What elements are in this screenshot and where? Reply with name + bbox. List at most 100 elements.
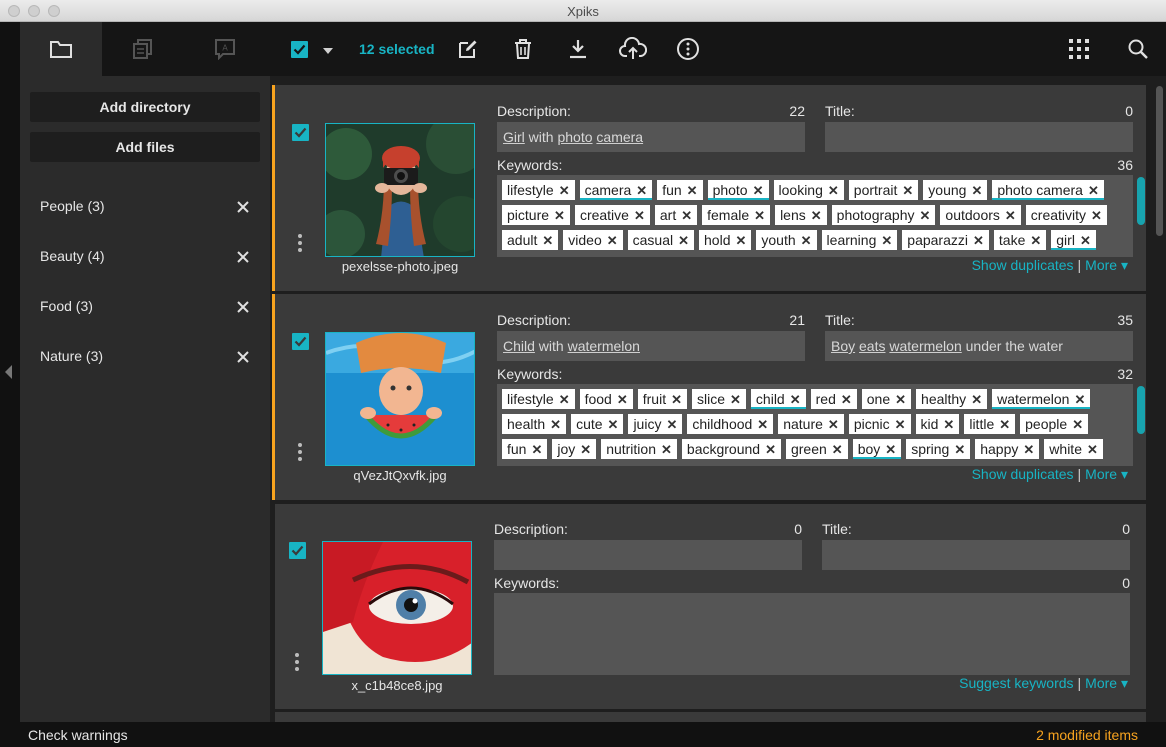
keyword-chip[interactable]: cute ✕ — [571, 414, 624, 434]
keyword-chip[interactable]: girl ✕ — [1051, 230, 1096, 250]
title-input[interactable]: Boy eats watermelon under the water — [825, 331, 1133, 361]
delete-button[interactable] — [509, 35, 537, 63]
keyword-chip[interactable]: youth ✕ — [756, 230, 817, 250]
keyword-chip[interactable]: photo ✕ — [707, 180, 769, 200]
remove-keyword-icon[interactable]: ✕ — [841, 390, 852, 410]
upload-button[interactable] — [619, 35, 647, 63]
keyword-chip[interactable]: adult ✕ — [502, 230, 559, 251]
remove-keyword-icon[interactable]: ✕ — [1087, 440, 1098, 460]
remove-keyword-icon[interactable]: ✕ — [550, 415, 561, 435]
keywords-scrollbar[interactable] — [1137, 386, 1145, 434]
keyword-chip[interactable]: lens ✕ — [775, 205, 827, 225]
keyword-chip[interactable]: female ✕ — [702, 205, 771, 226]
remove-keyword-icon[interactable]: ✕ — [1080, 231, 1091, 251]
keyword-chip[interactable]: white ✕ — [1044, 439, 1103, 459]
title-input[interactable] — [822, 540, 1130, 570]
more-options-icon[interactable] — [298, 234, 304, 255]
keyword-chip[interactable]: casual ✕ — [627, 230, 695, 251]
keywords-scrollbar[interactable] — [1137, 177, 1145, 225]
keyword-chip[interactable]: red ✕ — [810, 389, 857, 410]
keyword-chip[interactable]: fun ✕ — [502, 439, 548, 460]
remove-keyword-icon[interactable]: ✕ — [735, 231, 746, 251]
keyword-chip[interactable]: lifestyle ✕ — [502, 389, 575, 409]
keyword-chip[interactable]: background ✕ — [681, 439, 781, 459]
remove-keyword-icon[interactable]: ✕ — [754, 206, 765, 226]
remove-keyword-icon[interactable]: ✕ — [681, 206, 692, 226]
artwork-thumbnail[interactable] — [322, 541, 472, 675]
remove-keyword-icon[interactable]: ✕ — [634, 206, 645, 226]
keyword-chip[interactable]: fruit ✕ — [637, 389, 687, 410]
remove-keyword-icon[interactable]: ✕ — [1005, 206, 1016, 226]
keyword-chip[interactable]: portrait ✕ — [848, 180, 919, 200]
remove-keyword-icon[interactable]: ✕ — [531, 440, 542, 460]
keyword-chip[interactable]: spring ✕ — [906, 439, 971, 460]
keyword-chip[interactable]: video ✕ — [563, 230, 623, 251]
modified-items-link[interactable]: 2 modified items — [1036, 727, 1138, 743]
remove-keyword-icon[interactable]: ✕ — [1088, 181, 1099, 201]
keyword-chip[interactable]: food ✕ — [579, 389, 633, 410]
remove-keyword-icon[interactable]: ✕ — [542, 231, 553, 251]
select-all-checkbox[interactable] — [291, 41, 308, 58]
artwork-thumbnail[interactable] — [325, 123, 475, 257]
more-link[interactable]: More ▾ — [1085, 675, 1128, 691]
close-icon[interactable] — [236, 300, 250, 314]
more-options-icon[interactable] — [298, 443, 304, 464]
keyword-chip[interactable]: kid ✕ — [915, 414, 960, 434]
keyword-chip[interactable]: watermelon ✕ — [992, 389, 1091, 410]
keyword-chip[interactable]: creative ✕ — [574, 205, 650, 226]
remove-keyword-icon[interactable]: ✕ — [1091, 206, 1102, 226]
remove-keyword-icon[interactable]: ✕ — [678, 231, 689, 251]
keyword-chip[interactable]: lifestyle ✕ — [502, 180, 575, 200]
check-warnings-link[interactable]: Check warnings — [28, 727, 128, 743]
keyword-chip[interactable]: outdoors ✕ — [940, 205, 1021, 226]
list-scrollbar[interactable] — [1156, 86, 1163, 236]
keyword-chip[interactable]: boy ✕ — [852, 439, 902, 459]
close-icon[interactable] — [236, 250, 250, 264]
collapse-arrow-icon[interactable] — [5, 365, 12, 379]
remove-keyword-icon[interactable]: ✕ — [607, 231, 618, 251]
keywords-box[interactable]: lifestyle ✕ camera ✕ fun ✕ photo ✕ looking ✕ portr… — [497, 175, 1133, 257]
suggest-keywords-link[interactable]: Suggest keywords — [959, 675, 1073, 691]
remove-keyword-icon[interactable]: ✕ — [954, 440, 965, 460]
keyword-chip[interactable]: photography ✕ — [831, 205, 936, 226]
keyword-chip[interactable]: photo camera ✕ — [992, 180, 1104, 200]
remove-keyword-icon[interactable]: ✕ — [559, 181, 570, 201]
keyword-chip[interactable]: nature ✕ — [778, 414, 844, 434]
remove-keyword-icon[interactable]: ✕ — [730, 390, 741, 410]
keyword-chip[interactable]: young ✕ — [923, 180, 988, 201]
keyword-chip[interactable]: juicy ✕ — [628, 414, 683, 434]
show-duplicates-link[interactable]: Show duplicates — [972, 257, 1074, 273]
remove-keyword-icon[interactable]: ✕ — [554, 206, 565, 226]
close-icon[interactable] — [236, 200, 250, 214]
remove-keyword-icon[interactable]: ✕ — [559, 390, 570, 410]
remove-keyword-icon[interactable]: ✕ — [1074, 390, 1085, 410]
keyword-chip[interactable]: art ✕ — [654, 205, 698, 226]
remove-keyword-icon[interactable]: ✕ — [1030, 231, 1041, 251]
remove-keyword-icon[interactable]: ✕ — [661, 440, 672, 460]
artwork-checkbox[interactable] — [292, 124, 309, 141]
artwork-checkbox[interactable] — [289, 542, 306, 559]
add-directory-button[interactable]: Add directory — [30, 92, 260, 122]
title-input[interactable] — [825, 122, 1133, 152]
remove-keyword-icon[interactable]: ✕ — [687, 181, 698, 201]
edit-button[interactable] — [454, 35, 482, 63]
remove-keyword-icon[interactable]: ✕ — [971, 181, 982, 201]
keywords-box[interactable]: lifestyle ✕ food ✕ fruit ✕ slice ✕ child ✕ red ✕ one… — [497, 384, 1133, 466]
remove-keyword-icon[interactable]: ✕ — [636, 181, 647, 201]
download-button[interactable] — [564, 35, 592, 63]
description-input[interactable]: Child with watermelon — [497, 331, 805, 361]
remove-keyword-icon[interactable]: ✕ — [671, 390, 682, 410]
remove-keyword-icon[interactable]: ✕ — [617, 390, 628, 410]
remove-keyword-icon[interactable]: ✕ — [1072, 415, 1083, 435]
keyword-chip[interactable]: green ✕ — [785, 439, 848, 459]
keyword-chip[interactable]: picnic ✕ — [848, 414, 911, 434]
keyword-chip[interactable]: learning ✕ — [821, 230, 898, 250]
remove-keyword-icon[interactable]: ✕ — [580, 440, 591, 460]
remove-keyword-icon[interactable]: ✕ — [920, 206, 931, 226]
keyword-chip[interactable]: creativity ✕ — [1025, 205, 1107, 226]
remove-keyword-icon[interactable]: ✕ — [790, 390, 801, 410]
close-icon[interactable] — [236, 350, 250, 364]
tab-text[interactable]: A — [184, 22, 266, 76]
keyword-chip[interactable]: hold ✕ — [699, 230, 752, 251]
keyword-chip[interactable]: take ✕ — [993, 230, 1047, 251]
